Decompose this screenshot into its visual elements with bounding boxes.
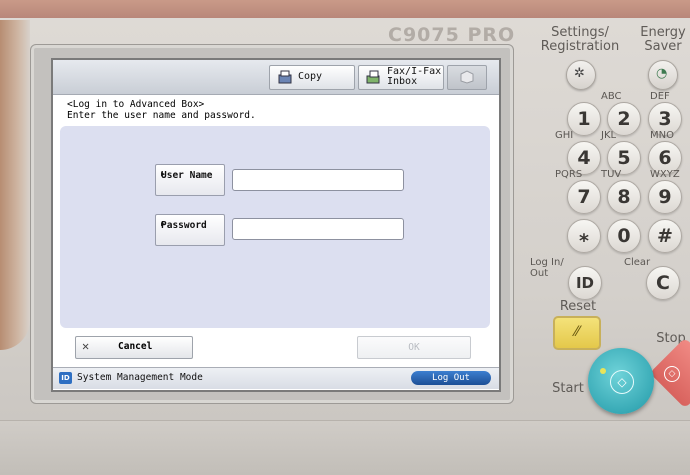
start-indicator-led [600, 368, 606, 374]
cancel-label: Cancel [118, 341, 153, 352]
model-name: C9075 PRO [388, 24, 516, 46]
key-0[interactable]: 0 [607, 219, 641, 253]
reset-key[interactable]: ⁄⁄ [553, 316, 601, 350]
energy-saver-icon: ◔ [656, 66, 668, 81]
login-message: <Log in to Advanced Box> Enter the user … [67, 99, 256, 121]
clear-key[interactable]: C [646, 266, 680, 300]
key-letters-tuv: TUV [601, 169, 622, 180]
key-letters-mno: MNO [650, 130, 674, 141]
key-7[interactable]: 7 [567, 180, 601, 214]
settings-icon: ✲ [574, 66, 585, 81]
start-icon: ◇ [610, 370, 634, 394]
copy-button[interactable]: Copy [269, 65, 355, 90]
key-hash[interactable]: # [648, 219, 682, 253]
id-icon: ID [59, 372, 72, 384]
log-out-label: Log Out [432, 373, 470, 383]
device-top-edge [0, 0, 690, 18]
key-letters-pqrs: PQRS [555, 169, 583, 180]
status-bar: ID System Management Mode Log Out [53, 367, 499, 389]
reset-icon: ⁄⁄ [574, 324, 580, 340]
copy-icon [278, 70, 292, 84]
password-field[interactable] [232, 218, 404, 240]
key-letters-wxyz: WXYZ [650, 169, 680, 180]
log-out-button[interactable]: Log Out [411, 371, 491, 385]
background-scenery [0, 20, 30, 350]
reset-label: Reset [559, 299, 597, 314]
energy-saver-key[interactable]: ◔ [648, 60, 678, 90]
message-title: <Log in to Advanced Box> [67, 99, 205, 110]
message-instruction: Enter the user name and password. [67, 110, 256, 121]
clear-label: Clear [624, 257, 651, 268]
arrow-icon: ▶ [161, 220, 166, 228]
key-8[interactable]: 8 [607, 180, 641, 214]
screen-toolbar: Copy Fax/I-Fax Inbox [53, 60, 499, 95]
settings-registration-label: Settings/Registration [540, 25, 620, 54]
fax-icon [366, 70, 380, 84]
login-form: User Name ▶ Password ▶ [60, 126, 490, 328]
energy-saver-label: Energy Saver [640, 25, 686, 54]
key-letters-def: DEF [650, 91, 670, 102]
box-button[interactable] [447, 65, 487, 90]
box-icon [460, 70, 474, 84]
copy-label: Copy [298, 71, 323, 82]
login-out-key[interactable]: ID [568, 266, 602, 300]
user-name-field[interactable] [232, 169, 404, 191]
arrow-icon: ▶ [161, 170, 166, 178]
user-name-button[interactable]: User Name ▶ [155, 164, 225, 196]
mode-text: System Management Mode [77, 372, 203, 383]
ok-button[interactable]: OK [357, 336, 471, 359]
key-star[interactable]: ⁎ [567, 219, 601, 253]
key-9[interactable]: 9 [648, 180, 682, 214]
close-icon: ✕ [82, 339, 90, 353]
device-bottom-edge [0, 420, 690, 475]
key-letters-jkl: JKL [601, 130, 617, 141]
stop-icon: ◇ [664, 366, 680, 382]
ok-label: OK [408, 342, 420, 353]
fax-inbox-button[interactable]: Fax/I-Fax Inbox [358, 65, 444, 90]
password-button[interactable]: Password ▶ [155, 214, 225, 246]
start-label: Start [552, 381, 584, 396]
touch-screen: Copy Fax/I-Fax Inbox <Log in to Advanced … [51, 58, 501, 392]
cancel-button[interactable]: ✕ Cancel [75, 336, 193, 359]
key-letters-abc: ABC [601, 91, 622, 102]
settings-registration-key[interactable]: ✲ [566, 60, 596, 90]
key-letters-ghi: GHI [555, 130, 574, 141]
fax-inbox-label: Fax/I-Fax Inbox [387, 66, 442, 87]
login-out-label: Log In/Out [530, 257, 564, 279]
